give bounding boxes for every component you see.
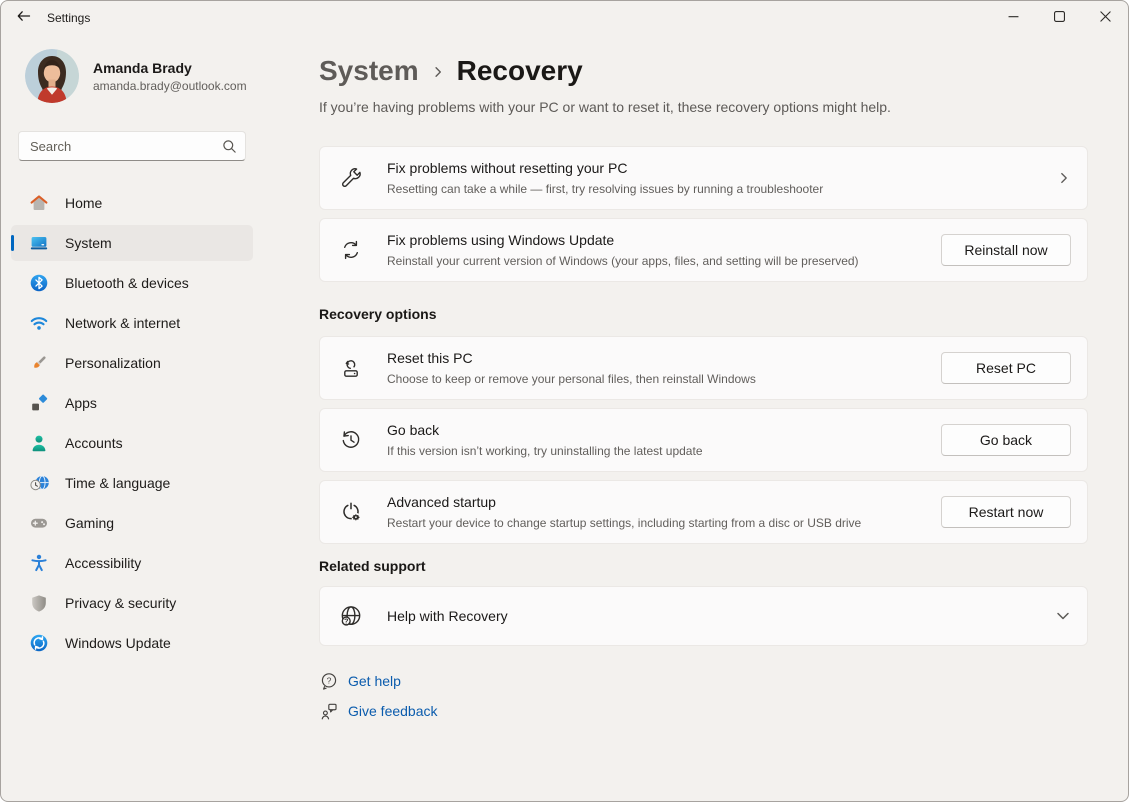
sidebar-item-time-language[interactable]: Time & language bbox=[11, 465, 253, 501]
go-back-button[interactable]: Go back bbox=[941, 424, 1071, 456]
sidebar-item-home[interactable]: Home bbox=[11, 185, 253, 221]
settings-window: Settings bbox=[0, 0, 1129, 802]
window-title: Settings bbox=[47, 11, 90, 25]
paintbrush-icon bbox=[29, 353, 49, 373]
sidebar-item-bluetooth-devices[interactable]: Bluetooth & devices bbox=[11, 265, 253, 301]
bluetooth-icon bbox=[29, 273, 49, 293]
wrench-icon bbox=[338, 166, 364, 190]
card-fix-windows-update: Fix problems using Windows Update Reinst… bbox=[319, 218, 1088, 282]
minimize-button[interactable] bbox=[990, 1, 1036, 35]
reinstall-now-button[interactable]: Reinstall now bbox=[941, 234, 1071, 266]
sidebar-item-accounts[interactable]: Accounts bbox=[11, 425, 253, 461]
card-help-with-recovery[interactable]: ? Help with Recovery bbox=[319, 586, 1088, 646]
home-icon bbox=[29, 193, 49, 213]
avatar bbox=[25, 49, 79, 103]
close-icon bbox=[1100, 9, 1111, 27]
footer-links: ? Get help Giv bbox=[319, 672, 1088, 720]
search-input[interactable] bbox=[19, 132, 245, 160]
breadcrumb: System Recovery bbox=[319, 53, 1088, 89]
svg-text:?: ? bbox=[327, 675, 332, 685]
search-icon bbox=[222, 139, 237, 159]
sidebar: Amanda Brady amanda.brady@outlook.com bbox=[1, 35, 263, 801]
globe-question-icon: ? bbox=[338, 603, 364, 629]
svg-text:?: ? bbox=[344, 618, 348, 625]
sidebar-item-gaming[interactable]: Gaming bbox=[11, 505, 253, 541]
section-recovery-options: Recovery options bbox=[319, 304, 1088, 324]
card-go-back: Go back If this version isn’t working, t… bbox=[319, 408, 1088, 472]
page-title: Recovery bbox=[457, 53, 583, 89]
card-advanced-startup: Advanced startup Restart your device to … bbox=[319, 480, 1088, 544]
back-button[interactable] bbox=[7, 4, 41, 32]
get-help-link[interactable]: ? Get help bbox=[319, 672, 401, 690]
person-icon bbox=[29, 433, 49, 453]
chevron-down-icon bbox=[1055, 608, 1071, 624]
gamepad-icon bbox=[29, 513, 49, 533]
sidebar-item-windows-update[interactable]: Windows Update bbox=[11, 625, 253, 661]
feedback-icon bbox=[319, 702, 339, 720]
wifi-icon bbox=[29, 313, 49, 333]
titlebar: Settings bbox=[1, 1, 1128, 35]
apps-icon bbox=[29, 393, 49, 413]
history-clock-icon bbox=[338, 428, 364, 452]
power-gear-icon bbox=[338, 500, 364, 524]
card-fix-without-reset[interactable]: Fix problems without resetting your PC R… bbox=[319, 146, 1088, 210]
main-panel: System Recovery If you’re having problem… bbox=[263, 35, 1128, 801]
user-email: amanda.brady@outlook.com bbox=[93, 79, 247, 93]
card-reset-this-pc: Reset this PC Choose to keep or remove y… bbox=[319, 336, 1088, 400]
section-related-support: Related support bbox=[319, 556, 1088, 576]
system-icon bbox=[29, 233, 49, 253]
breadcrumb-chevron-icon bbox=[431, 65, 445, 79]
reset-pc-icon bbox=[338, 356, 364, 380]
back-arrow-icon bbox=[16, 8, 32, 29]
clock-globe-icon bbox=[29, 473, 49, 493]
sidebar-item-network-internet[interactable]: Network & internet bbox=[11, 305, 253, 341]
breadcrumb-system[interactable]: System bbox=[319, 53, 419, 89]
sync-icon bbox=[338, 238, 364, 262]
restart-now-button[interactable]: Restart now bbox=[941, 496, 1071, 528]
maximize-button[interactable] bbox=[1036, 1, 1082, 35]
chevron-right-icon bbox=[1057, 171, 1071, 185]
user-name: Amanda Brady bbox=[93, 60, 247, 76]
search-box bbox=[18, 131, 246, 161]
update-icon bbox=[29, 633, 49, 653]
sidebar-item-apps[interactable]: Apps bbox=[11, 385, 253, 421]
sidebar-item-accessibility[interactable]: Accessibility bbox=[11, 545, 253, 581]
shield-icon bbox=[29, 593, 49, 613]
sidebar-item-system[interactable]: System bbox=[11, 225, 253, 261]
give-feedback-link[interactable]: Give feedback bbox=[319, 702, 438, 720]
account-profile[interactable]: Amanda Brady amanda.brady@outlook.com bbox=[25, 49, 263, 103]
minimize-icon bbox=[1008, 9, 1019, 27]
close-button[interactable] bbox=[1082, 1, 1128, 35]
accessibility-icon bbox=[29, 553, 49, 573]
maximize-icon bbox=[1054, 9, 1065, 27]
reset-pc-button[interactable]: Reset PC bbox=[941, 352, 1071, 384]
sidebar-item-privacy-security[interactable]: Privacy & security bbox=[11, 585, 253, 621]
sidebar-nav: Home System bbox=[11, 185, 253, 665]
sidebar-item-personalization[interactable]: Personalization bbox=[11, 345, 253, 381]
help-bubble-icon: ? bbox=[319, 672, 339, 690]
page-subtitle: If you’re having problems with your PC o… bbox=[319, 97, 1088, 117]
